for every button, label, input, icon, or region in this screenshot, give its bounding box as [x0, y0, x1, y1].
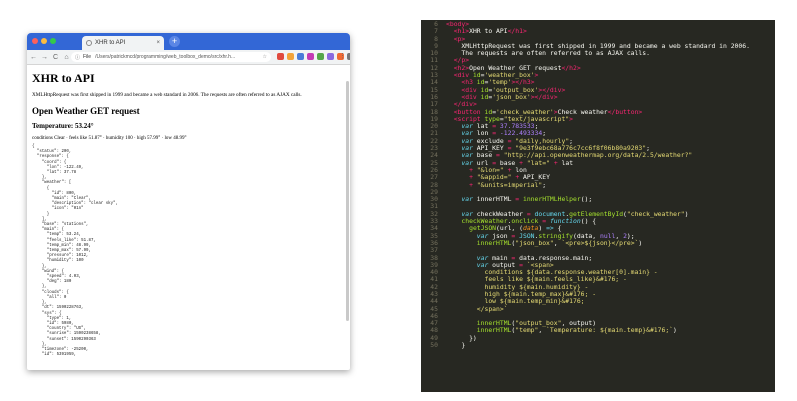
json-output: { "status": 200, "response": { "coord": …	[32, 145, 118, 358]
extension-icon[interactable]	[287, 53, 294, 60]
page-content: XHR to API XMLHttpRequest was first ship…	[27, 65, 350, 370]
window-controls	[32, 38, 56, 44]
code-token: innerHTML	[476, 326, 512, 335]
browser-titlebar: XHR to API × +	[27, 33, 350, 50]
code-token: var	[461, 195, 473, 204]
code-token: >	[569, 114, 574, 123]
code-token: lat	[557, 158, 574, 167]
code-text: The requests are often referred to as AJ…	[446, 50, 775, 57]
code-token: XHR to API	[469, 27, 508, 36]
new-tab-button[interactable]: +	[169, 36, 180, 47]
line-number: 50	[430, 341, 438, 350]
code-text: }	[446, 341, 775, 350]
extension-icon[interactable]	[347, 53, 350, 60]
bookmark-star-icon[interactable]: ☆	[263, 54, 267, 60]
reload-button[interactable]: C	[51, 54, 60, 61]
code-text: innerHTML("temp", `Temperature: ${main.t…	[446, 327, 775, 334]
forward-button[interactable]: →	[40, 54, 49, 61]
code-token: }	[446, 341, 466, 350]
code-token: ,	[538, 326, 547, 335]
close-window-button[interactable]	[32, 38, 38, 44]
code-token: ></div>	[530, 92, 558, 101]
code-token: "json_box"	[515, 238, 554, 247]
code-token: >	[534, 71, 539, 80]
code-line[interactable]: 50 }	[421, 341, 775, 350]
browser-window: XHR to API × + ← → C ⌂ ⓘ File /Users/pat…	[27, 33, 350, 370]
code-token: )	[673, 326, 677, 335]
code-token: </h1>	[507, 27, 527, 36]
code-token: () {	[580, 217, 597, 226]
code-text: <h1>XHR to API</h1>	[446, 28, 775, 35]
code-token: The requests are often referred to as AJ…	[446, 49, 650, 58]
browser-toolbar: ← → C ⌂ ⓘ File /Users/patrickmcd/program…	[27, 50, 350, 65]
code-text: innerHTML("json_box", `<pre>${json}</pre…	[446, 238, 775, 247]
code-token: "temp"	[515, 326, 539, 335]
intro-paragraph: XMLHttpRequest was first shipped in 1999…	[32, 92, 302, 98]
code-line[interactable]: 7 <h1>XHR to API</h1>	[421, 27, 775, 35]
globe-icon	[86, 40, 92, 46]
extension-icon[interactable]	[297, 53, 304, 60]
maximize-window-button[interactable]	[50, 38, 56, 44]
code-line[interactable]: 36 innerHTML("json_box", `<pre>${json}</…	[421, 238, 775, 247]
extension-icon[interactable]	[317, 53, 324, 60]
back-button[interactable]: ←	[29, 54, 38, 61]
code-line[interactable]: 30 var innerHTML = innerHTMLHelper();	[421, 195, 775, 204]
code-token: "&units=imperial"	[476, 180, 543, 189]
extension-icon[interactable]	[327, 53, 334, 60]
code-token: ();	[580, 195, 593, 204]
temperature-heading: Temperature: 53.24°	[32, 122, 94, 130]
code-text: <div id='json_box'></div>	[446, 92, 775, 101]
page-title: XHR to API	[32, 71, 95, 85]
code-token: `Temperature: ${main.temp}&#176;`	[546, 326, 674, 335]
page-scrollbar[interactable]	[346, 81, 349, 321]
code-token: </span>`	[446, 304, 508, 313]
address-bar[interactable]: ⓘ File /Users/patrickmcd/programming/web…	[71, 52, 271, 62]
code-text: </span>`	[446, 304, 775, 313]
code-token: ;	[542, 180, 547, 189]
home-button[interactable]: ⌂	[62, 54, 71, 61]
code-token: innerHTML	[472, 195, 516, 204]
weather-output: conditions Clear · feels like 51.87° · h…	[32, 136, 187, 141]
address-scheme-label: File	[83, 54, 92, 60]
extension-icon[interactable]	[307, 53, 314, 60]
code-token: )	[684, 209, 689, 218]
code-token: </button>	[607, 107, 643, 116]
address-url[interactable]: /Users/patrickmcd/programming/web_toolbo…	[95, 54, 262, 60]
browser-tab[interactable]: XHR to API ×	[82, 36, 164, 50]
code-token: innerHTMLHelper	[522, 195, 581, 204]
browser-menu-icon[interactable]: ⋮	[339, 52, 346, 60]
code-text: })	[446, 334, 775, 342]
code-token: innerHTML	[476, 238, 512, 247]
tab-title: XHR to API	[95, 40, 126, 46]
code-token: 'json_box'	[492, 92, 531, 101]
code-token: `<pre>${json}</pre>`	[561, 238, 639, 247]
info-icon[interactable]: ⓘ	[75, 54, 80, 61]
code-line[interactable]: 28 + "&units=imperial";	[421, 180, 775, 189]
code-token: "check_weather"	[626, 209, 685, 218]
code-token: </h2>	[561, 63, 581, 72]
code-line[interactable]: 45 </span>`	[421, 304, 775, 313]
code-line[interactable]: 10 The requests are often referred to as…	[421, 49, 775, 57]
code-editor[interactable]: 6 <body> 7 <h1>XHR to API</h1> 8 <p> 9 XMLHt…	[421, 20, 775, 392]
code-token: )	[638, 238, 643, 247]
minimize-window-button[interactable]	[41, 38, 47, 44]
code-line[interactable]: 49 })	[421, 334, 775, 342]
code-token: "lat="	[526, 158, 550, 167]
close-tab-icon[interactable]: ×	[156, 40, 160, 46]
code-text: var innerHTML = innerHTMLHelper();	[446, 195, 775, 204]
section-title: Open Weather GET request	[32, 106, 140, 116]
code-text: + "&units=imperial";	[446, 180, 775, 189]
extension-icon[interactable]	[277, 53, 284, 60]
